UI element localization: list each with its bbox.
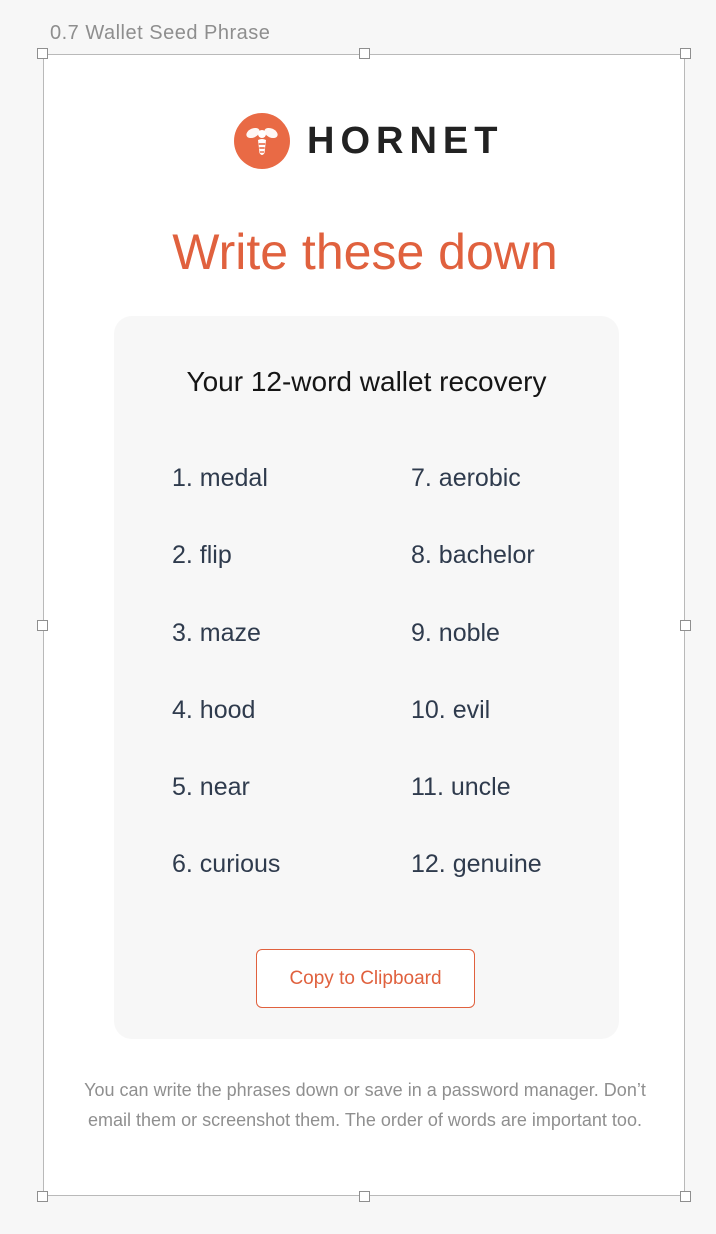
copy-to-clipboard-button[interactable]: Copy to Clipboard (256, 949, 475, 1008)
card-title: Your 12-word wallet recovery (186, 366, 547, 397)
seed-word-5: 5. near (172, 773, 250, 801)
artboard-label: 0.7 Wallet Seed Phrase (50, 22, 271, 44)
seed-word-9: 9. noble (411, 619, 500, 647)
resize-handle-top[interactable] (359, 48, 370, 59)
resize-handle-bottom-right[interactable] (680, 1191, 691, 1202)
seed-word-1: 1. medal (172, 464, 268, 492)
resize-handle-left[interactable] (37, 620, 48, 631)
brand-name: HORNET (307, 119, 504, 162)
hornet-icon (234, 113, 290, 169)
seed-word-10: 10. evil (411, 696, 491, 724)
seed-word-6: 6. curious (172, 850, 281, 878)
seed-word-7: 7. aerobic (411, 464, 521, 492)
seed-word-4: 4. hood (172, 696, 256, 724)
seed-word-12: 12. genuine (411, 850, 542, 878)
seed-word-8: 8. bachelor (411, 541, 535, 569)
resize-handle-bottom[interactable] (359, 1191, 370, 1202)
artboard-frame: HORNET Write these down Your 12-word wal… (43, 54, 685, 1196)
seed-word-11: 11. uncle (411, 773, 511, 801)
seed-word-3: 3. maze (172, 619, 261, 647)
resize-handle-right[interactable] (680, 620, 691, 631)
brand-logo: HORNET (234, 113, 503, 169)
resize-handle-top-right[interactable] (680, 48, 691, 59)
security-note: You can write the phrases down or save i… (84, 1080, 646, 1130)
seed-word-2: 2. flip (172, 541, 232, 569)
seed-phrase-card: Your 12-word wallet recovery 1. medal 2.… (114, 316, 619, 1039)
resize-handle-bottom-left[interactable] (37, 1191, 48, 1202)
resize-handle-top-left[interactable] (37, 48, 48, 59)
page-title: Write these down (172, 224, 558, 280)
